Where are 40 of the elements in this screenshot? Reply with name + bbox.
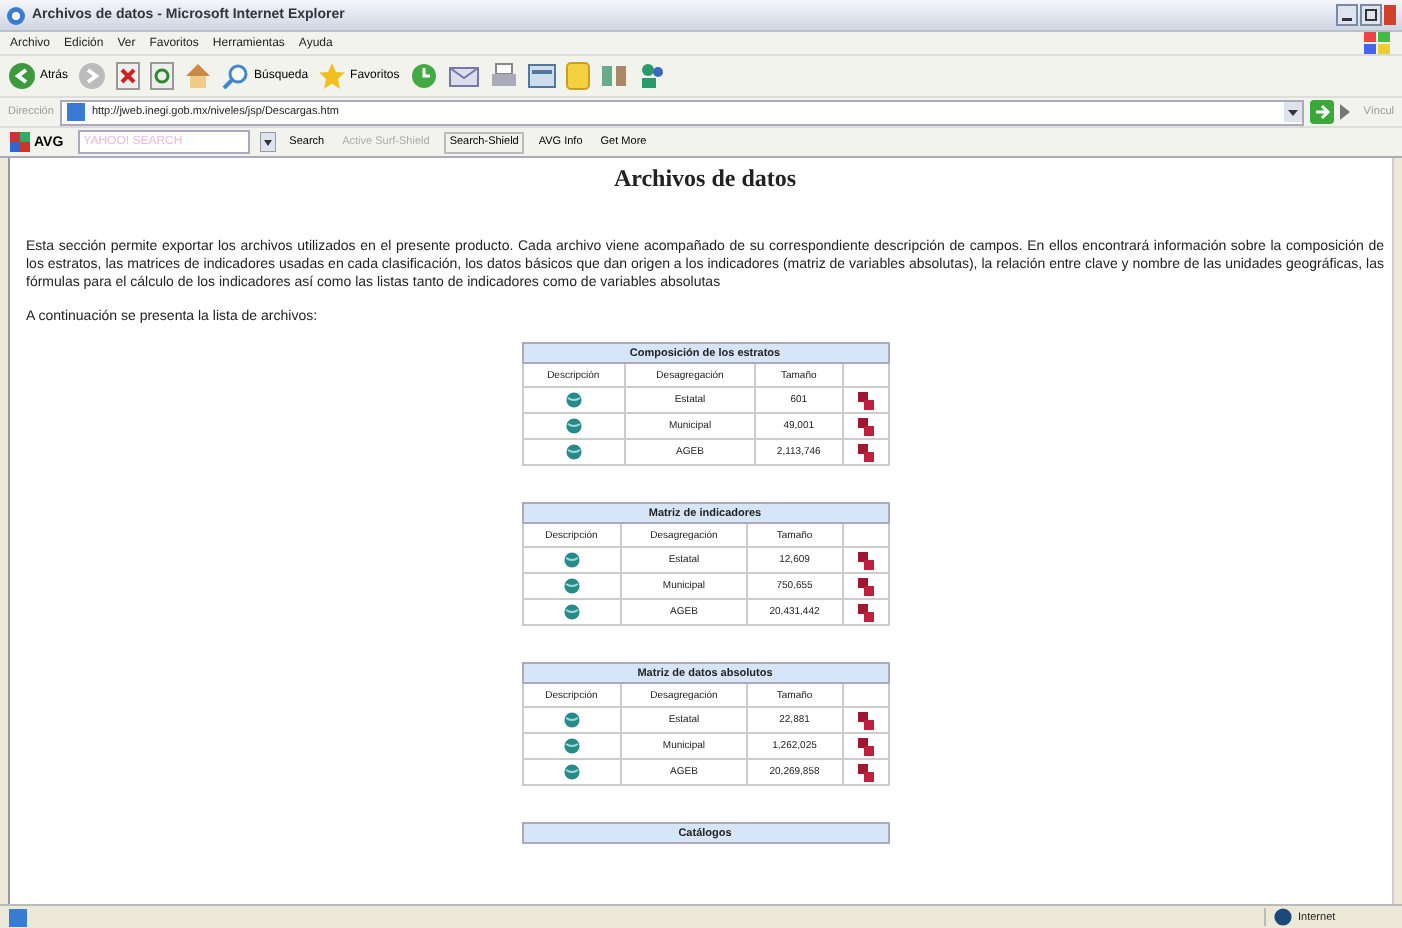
globe-icon[interactable] [563, 578, 580, 594]
printer-icon[interactable] [489, 62, 518, 90]
star-icon [318, 62, 347, 90]
download-icon[interactable] [857, 577, 873, 595]
download-icon[interactable] [857, 603, 873, 621]
globe-icon[interactable] [563, 552, 580, 568]
download-icon[interactable] [857, 391, 873, 409]
page-heading: Archivos de datos [611, 164, 799, 194]
history-icon[interactable] [409, 62, 438, 90]
magnifier-icon [222, 62, 251, 90]
restore-icon[interactable] [1360, 4, 1382, 26]
mail-icon[interactable] [447, 62, 480, 90]
globe-icon [1274, 908, 1292, 926]
globe-icon[interactable] [563, 604, 580, 620]
minimize-icon[interactable] [1336, 4, 1358, 26]
windows-logo-icon [1364, 31, 1392, 55]
dropdown-icon[interactable] [259, 132, 276, 152]
globe-icon[interactable] [565, 418, 582, 434]
note-icon[interactable] [565, 62, 590, 90]
home-icon[interactable] [184, 62, 213, 90]
globe-icon[interactable] [563, 764, 580, 780]
download-icon[interactable] [857, 763, 873, 781]
stop-icon[interactable] [116, 62, 141, 90]
go-icon[interactable] [1309, 100, 1334, 124]
people-icon[interactable] [637, 62, 666, 90]
dropdown-icon [1283, 102, 1302, 122]
globe-icon[interactable] [563, 738, 580, 754]
download-icon[interactable] [857, 417, 873, 435]
download-icon[interactable] [857, 711, 873, 729]
download-icon[interactable] [857, 551, 873, 569]
browser-icon [6, 5, 26, 25]
globe-icon[interactable] [563, 712, 580, 728]
download-icon[interactable] [857, 737, 873, 755]
globe-icon[interactable] [565, 444, 582, 460]
globe-icon[interactable] [565, 392, 582, 408]
download-icon[interactable] [857, 443, 873, 461]
chevron-icon[interactable] [1339, 104, 1350, 120]
page-icon [65, 102, 86, 122]
page-status-icon [8, 907, 28, 927]
avg-logo-icon [10, 132, 30, 152]
